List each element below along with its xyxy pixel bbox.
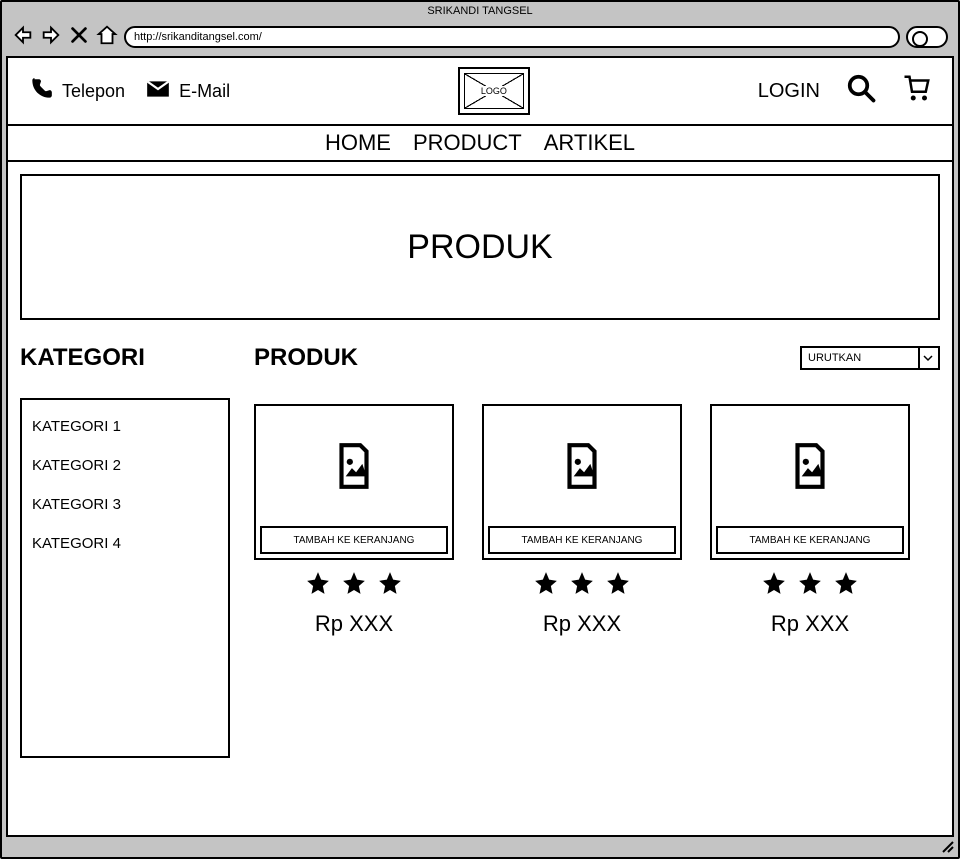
site-header: Telepon E-Mail LOGO LOGIN [8, 58, 952, 126]
rating-stars [482, 570, 682, 601]
product-price: Rp XXX [710, 611, 910, 637]
login-link[interactable]: LOGIN [758, 80, 820, 103]
star-icon [341, 570, 367, 601]
star-icon [797, 570, 823, 601]
main-content: PRODUK URUTKAN [254, 344, 940, 758]
add-to-cart-button[interactable]: TAMBAH KE KERANJANG [716, 526, 904, 554]
hero-banner: PRODUK [20, 174, 940, 320]
product-grid: TAMBAH KE KERANJANG Rp XXX [254, 404, 940, 637]
search-icon[interactable] [846, 73, 876, 109]
phone-label: Telepon [62, 81, 125, 102]
email-link[interactable]: E-Mail [145, 76, 230, 107]
browser-toolbar: http://srikanditangsel.com/ [2, 20, 958, 54]
logo-text: LOGO [479, 86, 509, 96]
phone-link[interactable]: Telepon [28, 76, 125, 107]
rating-stars [710, 570, 910, 601]
star-icon [533, 570, 559, 601]
product-price: Rp XXX [254, 611, 454, 637]
cart-icon[interactable] [902, 73, 932, 109]
product-section-title: PRODUK [254, 344, 358, 372]
product-card: TAMBAH KE KERANJANG Rp XXX [254, 404, 454, 637]
sort-dropdown[interactable]: URUTKAN [800, 346, 940, 370]
main-nav: HOME PRODUCT ARTIKEL [8, 126, 952, 162]
browser-window: SRIKANDI TANGSEL http://srikanditangsel.… [0, 0, 960, 859]
add-to-cart-button[interactable]: TAMBAH KE KERANJANG [488, 526, 676, 554]
star-icon [833, 570, 859, 601]
product-image-placeholder[interactable] [256, 406, 452, 526]
back-icon[interactable] [12, 24, 34, 51]
rating-stars [254, 570, 454, 601]
nav-home[interactable]: HOME [325, 130, 391, 156]
stop-icon[interactable] [68, 24, 90, 51]
forward-icon[interactable] [40, 24, 62, 51]
category-item[interactable]: KATEGORI 2 [32, 457, 218, 474]
page-viewport: Telepon E-Mail LOGO LOGIN [6, 56, 954, 837]
sort-label: URUTKAN [808, 352, 861, 364]
product-image-placeholder[interactable] [712, 406, 908, 526]
category-item[interactable]: KATEGORI 3 [32, 496, 218, 513]
hero-title: PRODUK [407, 228, 552, 267]
star-icon [761, 570, 787, 601]
resize-grip-icon[interactable] [940, 839, 954, 853]
url-input[interactable]: http://srikanditangsel.com/ [124, 26, 900, 48]
logo-placeholder[interactable]: LOGO [458, 67, 530, 115]
star-icon [569, 570, 595, 601]
nav-artikel[interactable]: ARTIKEL [544, 130, 635, 156]
product-price: Rp XXX [482, 611, 682, 637]
email-label: E-Mail [179, 81, 230, 102]
sidebar: KATEGORI KATEGORI 1 KATEGORI 2 KATEGORI … [20, 344, 230, 758]
loading-indicator-icon [906, 26, 948, 48]
chevron-down-icon [918, 348, 936, 368]
star-icon [605, 570, 631, 601]
category-list: KATEGORI 1 KATEGORI 2 KATEGORI 3 KATEGOR… [20, 398, 230, 758]
sidebar-title: KATEGORI [20, 344, 230, 372]
nav-product[interactable]: PRODUCT [413, 130, 522, 156]
product-image-placeholder[interactable] [484, 406, 680, 526]
home-icon[interactable] [96, 24, 118, 51]
star-icon [305, 570, 331, 601]
window-title: SRIKANDI TANGSEL [2, 2, 958, 20]
add-to-cart-button[interactable]: TAMBAH KE KERANJANG [260, 526, 448, 554]
category-item[interactable]: KATEGORI 1 [32, 418, 218, 435]
product-card: TAMBAH KE KERANJANG Rp XXX [482, 404, 682, 637]
mail-icon [145, 76, 171, 107]
category-item[interactable]: KATEGORI 4 [32, 535, 218, 552]
phone-icon [28, 76, 54, 107]
product-card: TAMBAH KE KERANJANG Rp XXX [710, 404, 910, 637]
star-icon [377, 570, 403, 601]
